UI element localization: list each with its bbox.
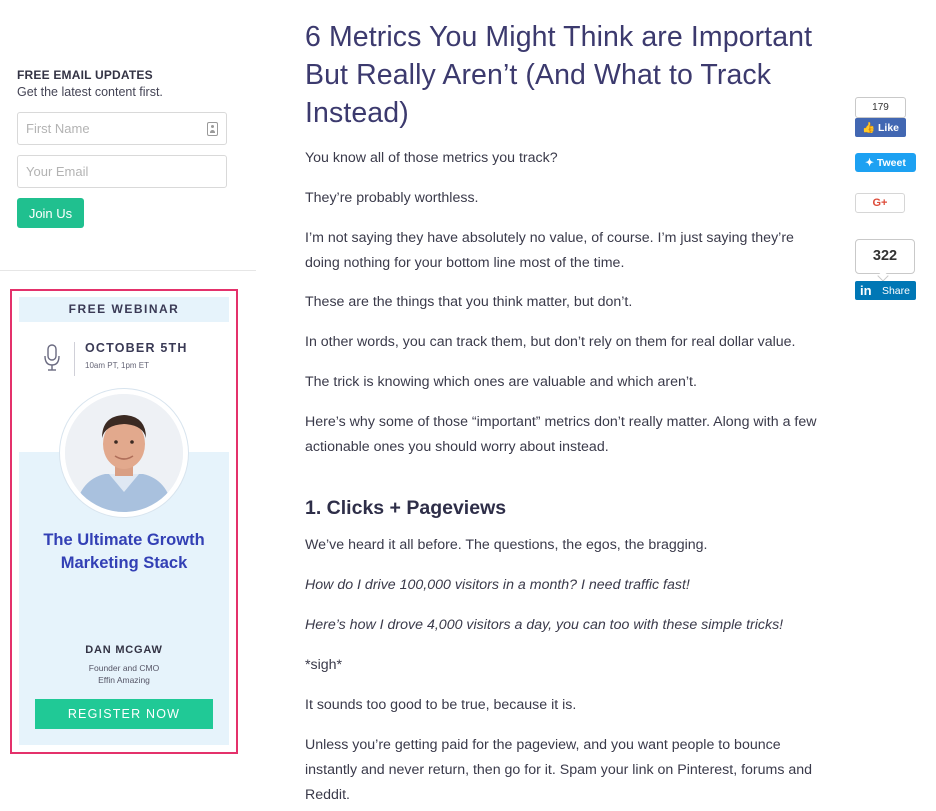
speaker-name: DAN MCGAW [85,644,163,656]
linkedin-icon: in [860,283,872,298]
join-us-button[interactable]: Join Us [17,198,84,228]
article-paragraph: In other words, you can track them, but … [305,334,796,350]
article-paragraph: Unless you’re getting paid for the pagev… [305,737,813,803]
email-field-wrapper [17,155,227,188]
twitter-tweet-button[interactable]: ✦ Tweet [855,153,916,172]
webinar-ad[interactable]: FREE WEBINAR OCTOBER 5TH 10am PT, 1pm ET [19,297,229,745]
article-paragraph: These are the things that you think matt… [305,294,633,310]
linkedin-share-label: Share [881,284,910,297]
webinar-time: 10am PT, 1pm ET [85,361,150,370]
facebook-like-count: 179 [855,97,906,118]
google-plus-button[interactable]: G+ [855,193,905,213]
speaker-photo [60,389,188,517]
speaker-company: Effin Amazing [98,675,150,685]
first-name-input[interactable] [18,113,226,144]
article-quote: How do I drive 100,000 visitors in a mon… [305,577,690,593]
speaker-portrait [65,394,183,512]
thumbs-up-icon: 👍 [861,122,876,134]
article-quote: Here’s how I drove 4,000 visitors a day,… [305,617,784,633]
article-paragraph: It sounds too good to be true, because i… [305,697,577,713]
linkedin-share-button[interactable]: in Share [855,281,916,300]
speaker-role: Founder and CMO Effin Amazing [19,662,229,686]
email-input[interactable] [18,156,226,187]
article-paragraph: *sigh* [305,657,343,673]
facebook-like-button[interactable]: 👍 Like [855,118,906,137]
section-heading: 1. Clicks + Pageviews [305,497,507,519]
tweet-label: Tweet [876,156,906,169]
linkedin-share-count: 322 [855,239,915,274]
register-now-button[interactable]: REGISTER NOW [35,699,213,729]
article-paragraph: They’re probably worthless. [305,190,479,206]
first-name-field-wrapper [17,112,227,145]
article-paragraph: I’m not saying they have absolutely no v… [305,230,794,271]
webinar-ad-frame: FREE WEBINAR OCTOBER 5TH 10am PT, 1pm ET [10,289,238,754]
signup-subheading: Get the latest content first. [17,85,163,99]
signup-heading: FREE EMAIL UPDATES [17,68,153,82]
article-paragraph: The trick is knowing which ones are valu… [305,374,697,390]
contact-card-icon[interactable] [207,122,218,136]
article-paragraph: You know all of those metrics you track? [305,150,558,166]
article-title: 6 Metrics You Might Think are Important … [305,21,813,129]
date-divider [74,342,75,376]
article-paragraph: We’ve heard it all before. The questions… [305,537,708,553]
article-header: 6 Metrics You Might Think are Important … [305,18,825,132]
facebook-like-label: Like [877,122,899,134]
speaker-title: Founder and CMO [88,663,160,673]
webinar-title: The Ultimate Growth Marketing Stack [43,531,205,572]
webinar-date: OCTOBER 5TH [85,341,188,355]
microphone-icon [44,344,60,371]
article-paragraph: Here’s why some of those “important” met… [305,414,817,455]
webinar-header: FREE WEBINAR [68,302,180,316]
sidebar-divider [0,270,256,271]
twitter-bird-icon: ✦ [865,156,874,169]
email-signup-widget: FREE EMAIL UPDATES Get the latest conten… [17,68,232,228]
